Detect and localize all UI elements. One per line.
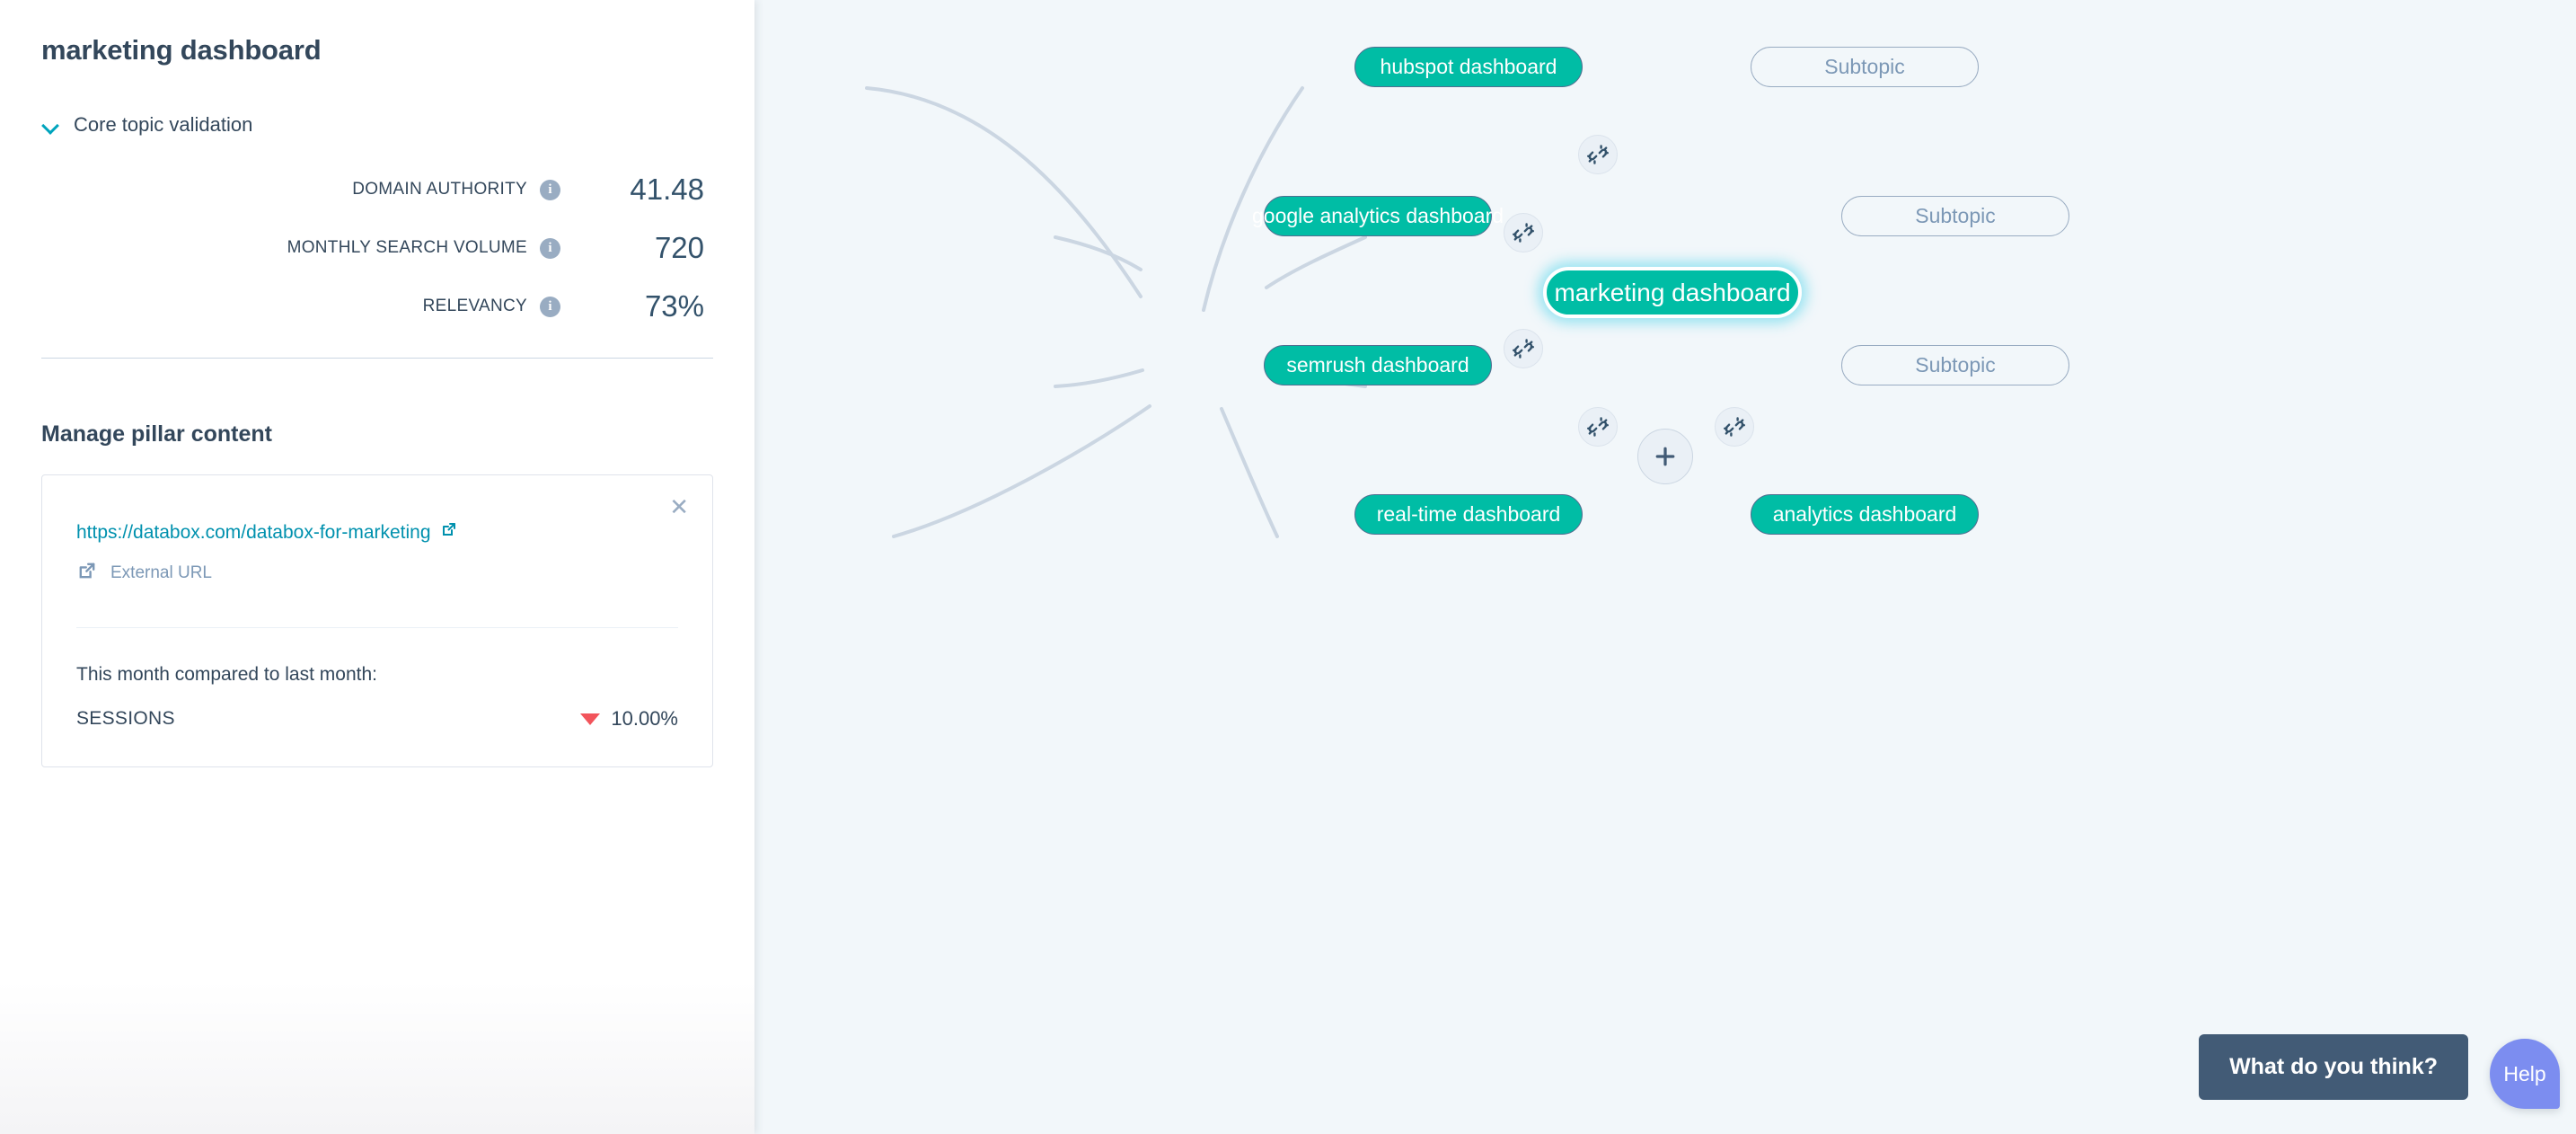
metric-label: RELEVANCY [423,297,527,316]
sidebar-bottom-fade [0,981,754,1134]
pillar-content-card: ✕ https://databox.com/databox-for-market… [41,474,713,767]
edge-analytics-vertical [1222,409,1277,536]
edge-semrush [1055,370,1142,386]
node-semrush-dashboard[interactable]: semrush dashboard [1264,345,1492,385]
node-label: Subtopic [1915,204,1996,228]
unlink-badge-google-analytics[interactable] [1504,213,1543,252]
node-label: Subtopic [1824,55,1905,79]
triangle-down-icon [580,713,600,725]
node-subtopic-2[interactable]: Subtopic [1841,196,2069,236]
unlink-badge-semrush[interactable] [1504,329,1543,368]
add-subtopic-button[interactable] [1637,429,1693,484]
node-hubspot-dashboard[interactable]: hubspot dashboard [1354,47,1583,87]
close-icon[interactable]: ✕ [669,495,689,518]
broken-link-icon [1513,338,1534,359]
node-label: real-time dashboard [1377,502,1561,527]
app-root: marketing dashboard Core topic validatio… [0,0,2576,1134]
metric-row-monthly-search-volume: MONTHLY SEARCH VOLUME i 720 [41,231,713,265]
metric-row-relevancy: RELEVANCY i 73% [41,289,713,323]
pillar-url-row: https://databox.com/databox-for-marketin… [76,520,678,544]
unlink-badge-analytics[interactable] [1715,407,1754,447]
edge-google-analytics [1055,237,1141,270]
pillar-url-link[interactable]: https://databox.com/databox-for-marketin… [76,522,431,544]
feedback-button[interactable]: What do you think? [2199,1034,2468,1100]
center-node-marketing-dashboard[interactable]: marketing dashboard [1543,267,1802,318]
node-label: analytics dashboard [1773,502,1957,527]
topic-cluster-canvas[interactable]: marketing dashboard hubspot dashboard Su… [754,0,2576,1134]
pillar-type-label: External URL [110,563,212,583]
unlink-badge-hubspot[interactable] [1578,135,1618,174]
edge-hubspot [867,88,1141,297]
node-subtopic-1[interactable]: Subtopic [1751,47,1979,87]
metric-label: DOMAIN AUTHORITY [352,180,527,199]
sidebar-divider [41,358,713,359]
broken-link-icon [1587,416,1609,438]
plus-icon [1652,443,1679,470]
broken-link-icon [1587,144,1609,165]
sidebar-panel: marketing dashboard Core topic validatio… [0,0,754,1134]
card-divider [76,627,678,628]
core-topic-validation-label: Core topic validation [74,113,252,137]
node-real-time-dashboard[interactable]: real-time dashboard [1354,494,1583,535]
help-button[interactable]: Help [2490,1039,2560,1109]
metric-value: 720 [560,231,704,265]
sessions-label: SESSIONS [76,708,175,730]
external-link-icon [76,560,98,586]
info-icon[interactable]: i [540,238,560,259]
edge-real-time [894,406,1150,536]
node-label: google analytics dashboard [1252,204,1504,228]
metric-row-domain-authority: DOMAIN AUTHORITY i 41.48 [41,173,713,207]
edge-subtopic-2 [1266,237,1365,288]
node-analytics-dashboard[interactable]: analytics dashboard [1751,494,1979,535]
node-label: semrush dashboard [1286,353,1469,377]
sessions-metric-row: SESSIONS 10.00% [76,707,678,731]
pillar-type-row: External URL [76,560,678,586]
broken-link-icon [1513,222,1534,244]
page-title: marketing dashboard [41,34,713,66]
info-icon[interactable]: i [540,297,560,317]
core-topic-metrics: DOMAIN AUTHORITY i 41.48 MONTHLY SEARCH … [41,173,713,323]
unlink-badge-real-time[interactable] [1578,407,1618,447]
compare-period-label: This month compared to last month: [76,664,678,686]
broken-link-icon [1724,416,1745,438]
metric-label: MONTHLY SEARCH VOLUME [287,238,527,258]
sessions-value: 10.00% [611,707,678,731]
info-icon[interactable]: i [540,180,560,200]
metric-value: 41.48 [560,173,704,207]
node-label: Subtopic [1915,353,1996,377]
node-subtopic-3[interactable]: Subtopic [1841,345,2069,385]
center-node-label: marketing dashboard [1554,279,1790,307]
sessions-delta: 10.00% [580,707,678,731]
chevron-down-icon [41,115,61,135]
metric-value: 73% [560,289,704,323]
node-google-analytics-dashboard[interactable]: google analytics dashboard [1264,196,1492,236]
node-label: hubspot dashboard [1381,55,1557,79]
edge-connectors [754,0,2576,1134]
external-link-icon [440,520,458,543]
core-topic-validation-toggle[interactable]: Core topic validation [41,113,713,137]
manage-pillar-content-title: Manage pillar content [41,421,713,447]
